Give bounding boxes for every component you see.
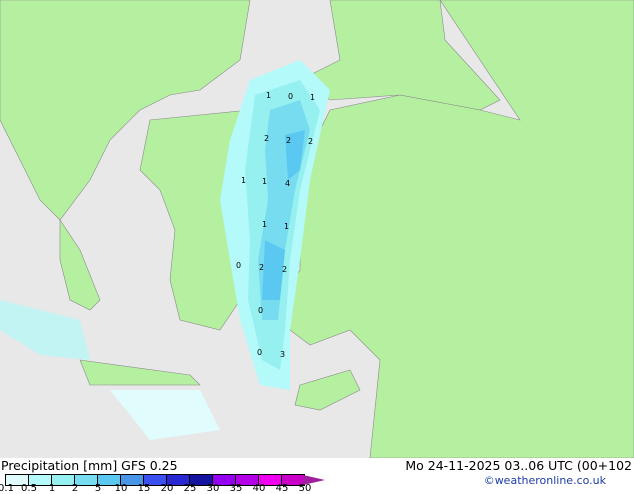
- svg-text:2: 2: [259, 263, 264, 272]
- map-title: Precipitation [mm] GFS 0.25: [1, 458, 178, 473]
- legend-tick-label: 30: [206, 483, 220, 494]
- svg-text:3: 3: [280, 350, 285, 359]
- legend-tick-label: 25: [183, 483, 197, 494]
- svg-text:1: 1: [284, 222, 289, 231]
- svg-text:2: 2: [308, 137, 313, 146]
- legend-tick-label: 20: [160, 483, 174, 494]
- legend-tick-label: 0.1: [0, 483, 14, 494]
- svg-text:1: 1: [310, 93, 315, 102]
- legend-tick-label: 40: [252, 483, 266, 494]
- legend-tick-label: 50: [298, 483, 312, 494]
- map-footer: Precipitation [mm] GFS 0.25 Mo 24-11-202…: [0, 458, 634, 494]
- svg-text:4: 4: [285, 179, 290, 188]
- legend-tick-label: 0.5: [21, 483, 37, 494]
- svg-text:1: 1: [266, 91, 271, 100]
- svg-text:0: 0: [257, 348, 262, 357]
- legend-tick-label: 35: [229, 483, 243, 494]
- svg-text:0: 0: [258, 306, 263, 315]
- svg-text:1: 1: [262, 220, 267, 229]
- precipitation-map: 1 0 1 2 2 2 1 1 4 1 1 0 2 2 0 0 3: [0, 0, 634, 458]
- legend-tick-label: 15: [137, 483, 151, 494]
- legend-tick-label: 5: [94, 483, 102, 494]
- credit-link[interactable]: ©weatheronline.co.uk: [484, 474, 606, 487]
- svg-text:0: 0: [236, 261, 241, 270]
- svg-text:1: 1: [262, 177, 267, 186]
- legend-tick-label: 10: [114, 483, 128, 494]
- legend-tick-label: 2: [71, 483, 79, 494]
- svg-text:0: 0: [288, 92, 293, 101]
- legend-ticks: 0.1 0.5 1 2 5 10 15 20 25 30 35 40 45 50: [0, 483, 340, 494]
- svg-text:2: 2: [282, 265, 287, 274]
- valid-time: Mo 24-11-2025 03..06 UTC (00+102: [405, 458, 632, 473]
- svg-text:1: 1: [241, 176, 246, 185]
- legend-tick-label: 45: [275, 483, 289, 494]
- svg-text:2: 2: [264, 134, 269, 143]
- legend-tick-label: 1: [48, 483, 56, 494]
- svg-text:2: 2: [286, 136, 291, 145]
